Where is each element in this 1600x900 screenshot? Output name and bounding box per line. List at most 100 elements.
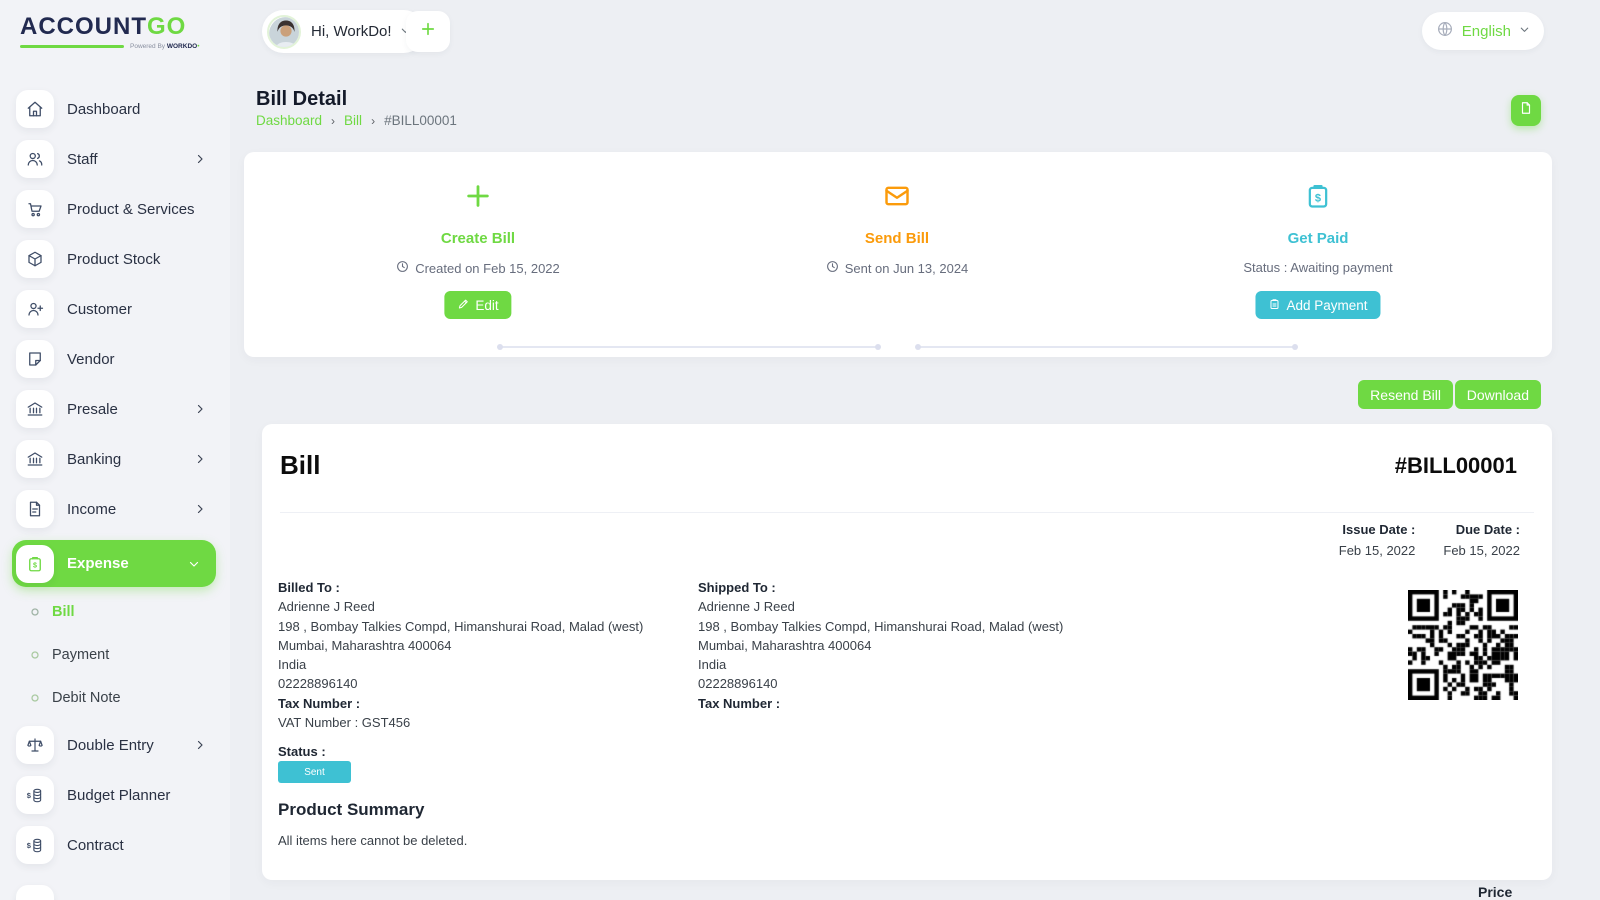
clock-icon [396,260,409,276]
bank-icon [16,390,54,428]
brand-logo[interactable]: ACCOUNTGO Powered By WORKDO• [20,13,210,50]
bill-heading: Bill [280,450,320,481]
price-column-header: Price [1478,884,1512,900]
add-payment-button[interactable]: Add Payment [1255,291,1380,319]
sidebar-item-product-stock[interactable]: Product Stock [0,240,230,278]
sidebar-item-label: Staff [67,151,98,168]
sidebar-item-label: Income [67,501,116,518]
clipboard-dollar-icon: $ [1304,182,1332,215]
sidebar-item-label: Vendor [67,351,115,368]
breadcrumb-separator: › [371,114,375,128]
sidebar-item-label: Banking [67,451,121,468]
globe-icon [1436,20,1454,43]
user-menu[interactable]: Hi, WorkDo! [262,10,425,53]
svg-text:$: $ [33,561,37,569]
sidebar-item-banking[interactable]: Banking [0,440,230,478]
cart-icon [16,190,54,228]
avatar [267,15,301,49]
brand-powered-by: Powered By WORKDO• [130,43,199,50]
sidebar-item-label: Customer [67,301,132,318]
due-date: Due Date : Feb 15, 2022 [1443,522,1520,558]
workflow-step-meta: Sent on Jun 13, 2024 [717,260,1077,276]
brand-name-account: ACCOUNT [20,13,147,40]
sidebar: ACCOUNTGO Powered By WORKDO• Dashboard S… [0,0,230,900]
sidebar-item-product-services[interactable]: Product & Services [0,190,230,228]
bill-dates: Issue Date : Feb 15, 2022 Due Date : Feb… [1339,522,1520,558]
sidebar-subitem-label: Debit Note [52,690,121,706]
issue-date: Issue Date : Feb 15, 2022 [1339,522,1416,558]
coins-icon: $ [16,826,54,864]
sidebar-subitem-bill[interactable]: Bill [0,597,230,627]
box-icon [16,240,54,278]
workflow-step-meta: Created on Feb 15, 2022 [298,260,658,276]
bill-preview-button[interactable] [1511,95,1541,126]
sidebar-item-vendor[interactable]: Vendor [0,340,230,378]
sidebar-item-income[interactable]: Income [0,490,230,528]
sidebar-subitem-label: Bill [52,604,75,620]
product-summary-title: Product Summary [278,800,424,820]
sidebar-item-double-entry[interactable]: Double Entry [0,726,230,764]
pencil-icon [457,298,469,313]
sidebar-item-label: Expense [67,555,129,572]
sidebar-subitem-debit-note[interactable]: Debit Note [0,683,230,713]
status-badge: Sent [278,761,351,783]
sidebar-item-presale[interactable]: Presale [0,390,230,428]
add-button[interactable] [406,11,450,52]
chevron-right-icon [194,503,206,515]
sidebar-item-budget-planner[interactable]: $ Budget Planner [0,776,230,814]
greeting-label: Hi, WorkDo! [311,23,392,40]
sidebar-item-label: Presale [67,401,118,418]
sidebar-subitem-payment[interactable]: Payment [0,640,230,670]
chevron-right-icon [194,453,206,465]
home-icon [16,90,54,128]
workflow-step-title: Create Bill [318,230,638,247]
sidebar-nav: Dashboard Staff Product & Services Produ… [0,90,230,876]
bill-number: #BILL00001 [1395,453,1517,479]
resend-bill-button[interactable]: Resend Bill [1358,380,1453,409]
brand-name-go: GO [147,13,186,40]
breadcrumb-separator: › [331,114,335,128]
status-label: Status : [278,744,326,759]
qr-code [1408,590,1518,700]
circle-icon [29,649,41,661]
brand-underline [20,45,124,48]
chevron-down-icon [1519,22,1530,40]
document-icon [1519,101,1533,120]
page-title: Bill Detail [256,88,347,111]
sidebar-item-dashboard[interactable]: Dashboard [0,90,230,128]
sidebar-item-staff[interactable]: Staff [0,140,230,178]
user-plus-icon [16,290,54,328]
circle-icon [29,692,41,704]
breadcrumb-current: #BILL00001 [384,113,457,128]
workflow-connector [500,346,878,348]
language-selector[interactable]: English [1422,12,1544,50]
workflow-step-title: Get Paid [1158,230,1478,247]
coins-icon: $ [16,776,54,814]
billed-to-block: Billed To : Adrienne J Reed 198 , Bombay… [278,578,643,732]
sidebar-item-label: Dashboard [67,101,140,118]
clock-icon [826,260,839,276]
scale-icon [16,726,54,764]
edit-button[interactable]: Edit [444,291,511,319]
breadcrumb-bill[interactable]: Bill [344,113,362,128]
product-summary-note: All items here cannot be deleted. [278,833,467,848]
plus-icon [464,182,492,215]
svg-text:$: $ [27,841,32,850]
note-icon [16,340,54,378]
sidebar-item-contract[interactable]: $ Contract [0,826,230,864]
download-button[interactable]: Download [1455,380,1541,409]
bill-document-card: Bill #BILL00001 Issue Date : Feb 15, 202… [262,424,1552,880]
shipped-to-block: Shipped To : Adrienne J Reed 198 , Bomba… [698,578,1063,713]
breadcrumb-dashboard[interactable]: Dashboard [256,113,322,128]
chevron-right-icon [194,153,206,165]
workflow-step-meta: Status : Awaiting payment [1138,260,1498,275]
sidebar-subitem-label: Payment [52,647,109,663]
sidebar-item-expense[interactable]: $ Expense [12,540,216,587]
circle-icon [29,606,41,618]
chevron-down-icon [188,558,200,570]
sidebar-item-label: Double Entry [67,737,154,754]
sidebar-item-label: Contract [67,837,124,854]
divider [280,512,1534,513]
sidebar-item-customer[interactable]: Customer [0,290,230,328]
plus-icon [419,20,437,43]
